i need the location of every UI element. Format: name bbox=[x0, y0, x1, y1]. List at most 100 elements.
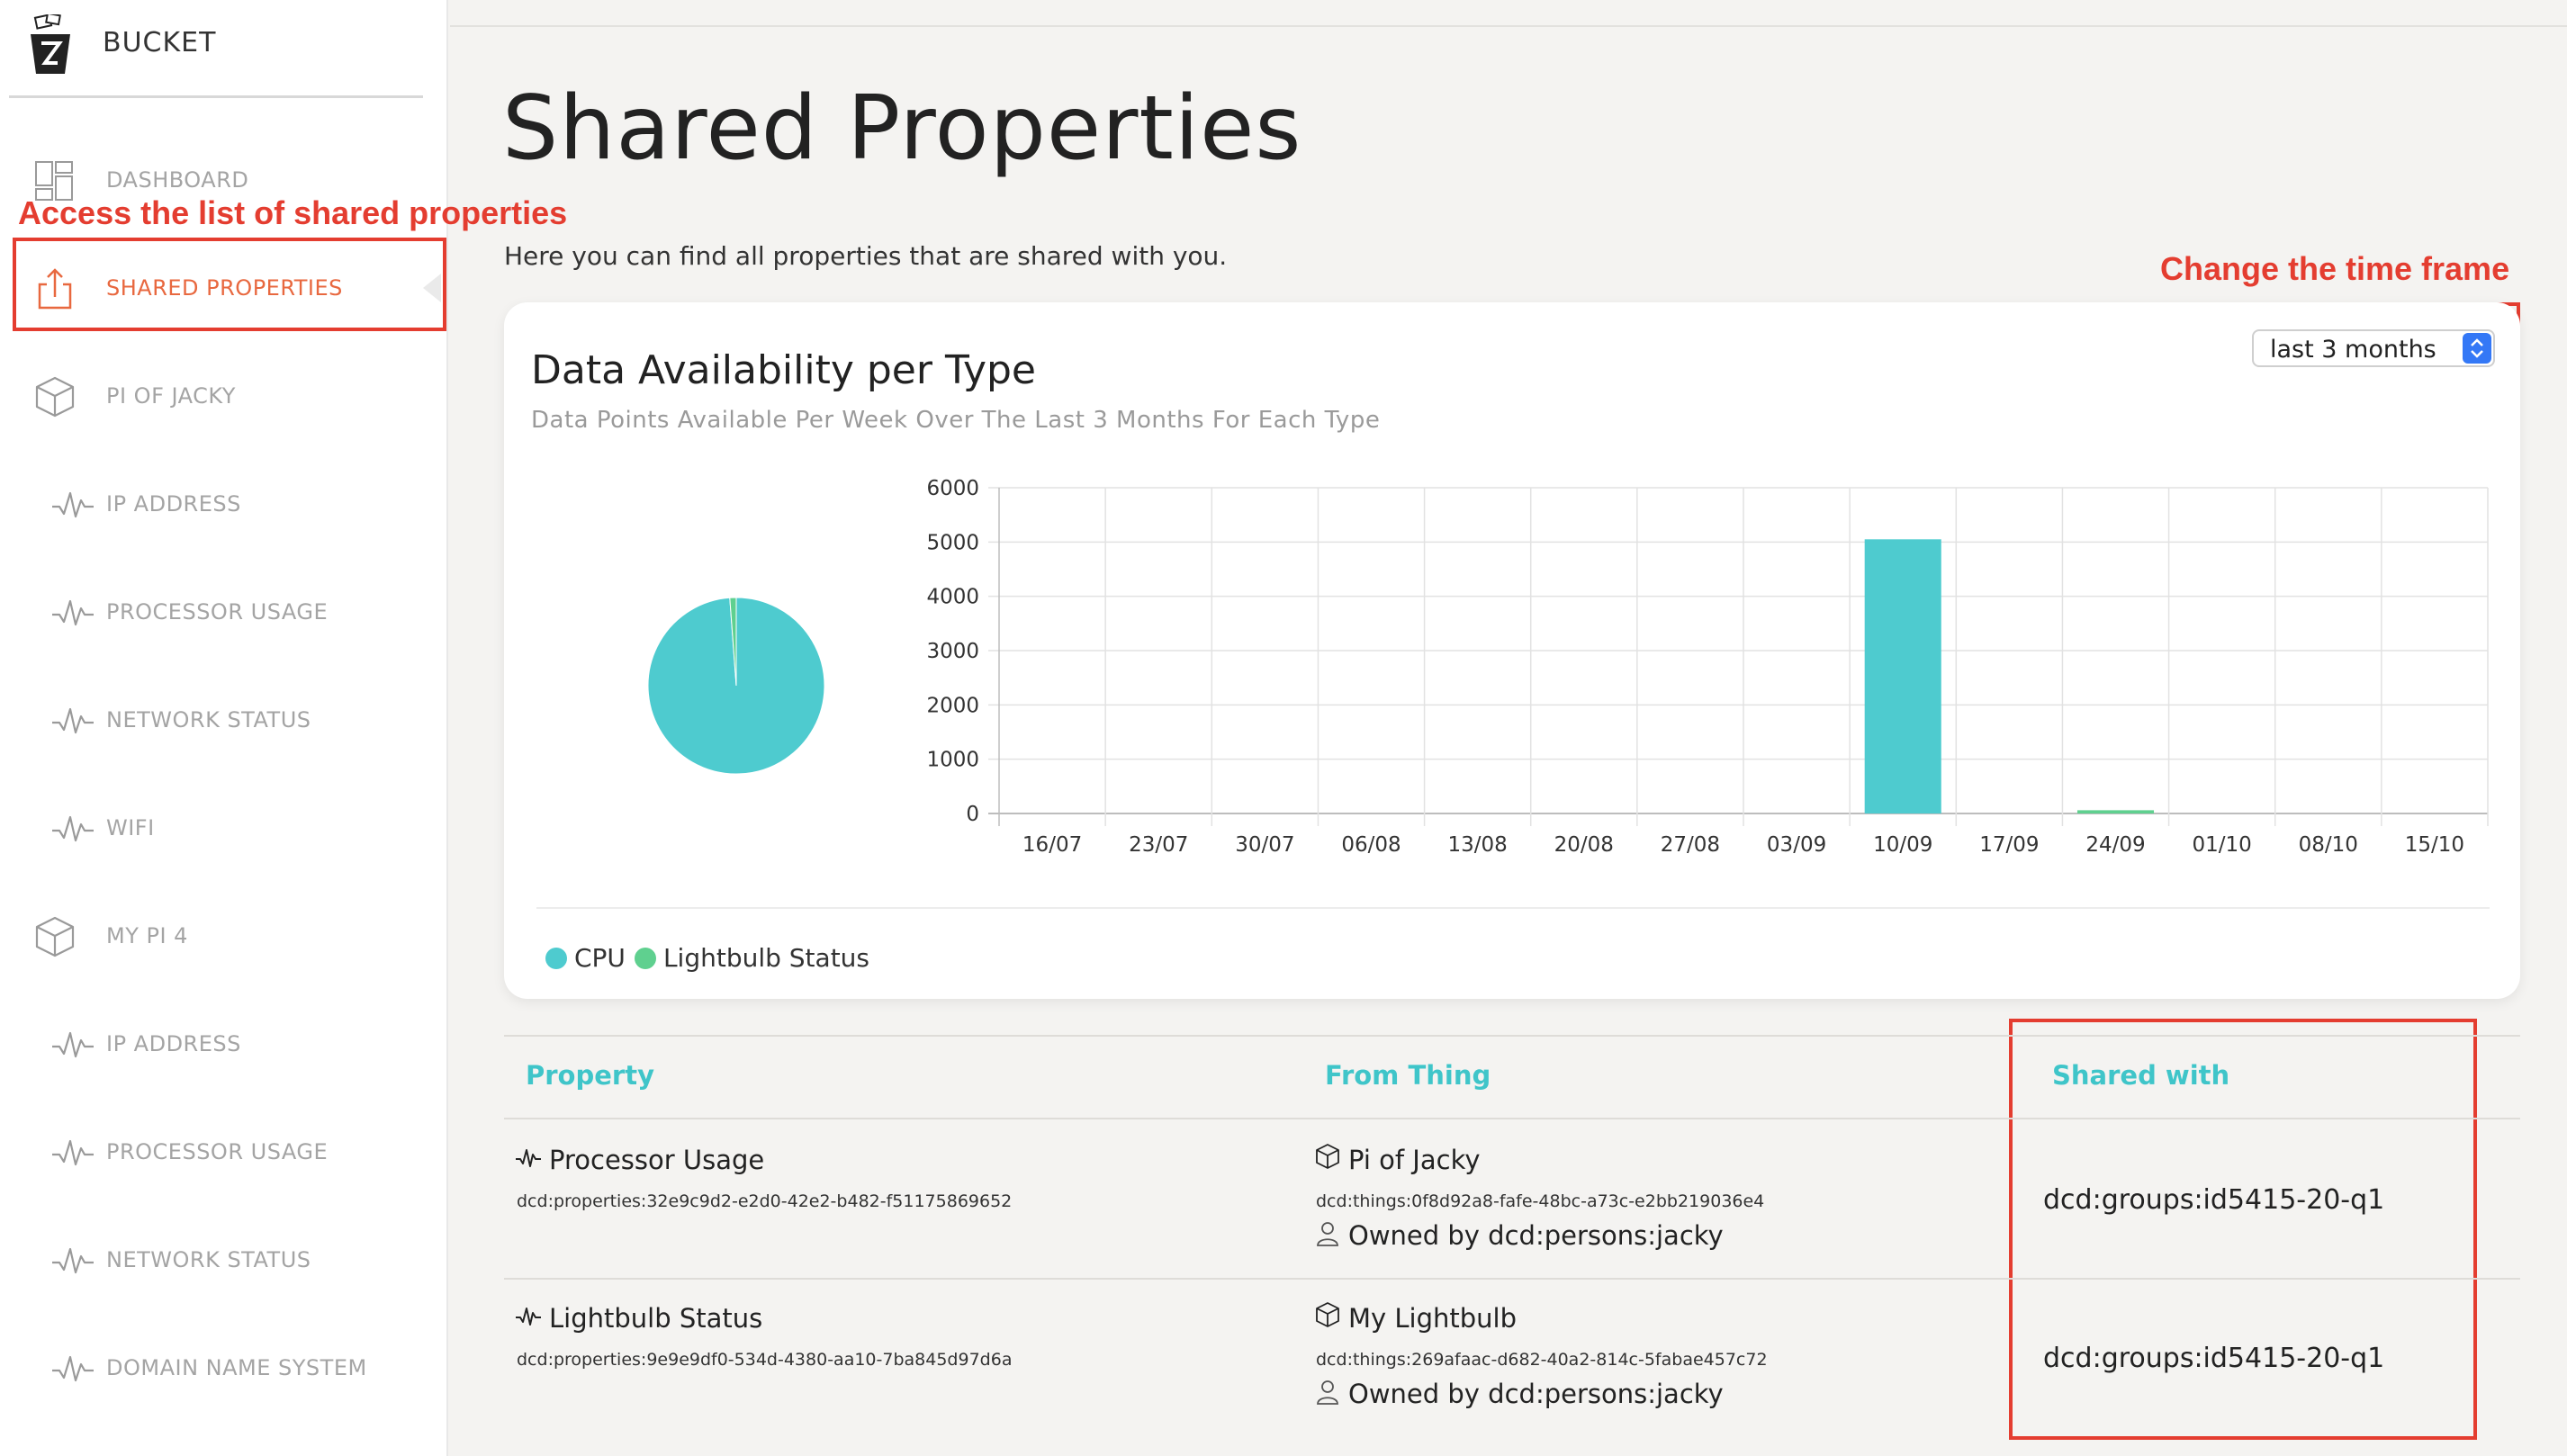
x-tick-label: 15/10 bbox=[2405, 833, 2464, 857]
timeframe-select-value: last 3 months bbox=[2270, 336, 2436, 364]
property-wave-icon bbox=[52, 707, 94, 734]
x-tick-label: 24/09 bbox=[2085, 833, 2145, 857]
legend-lightbulb-swatch bbox=[634, 947, 656, 969]
property-wave-icon bbox=[52, 1355, 94, 1382]
property-wave-icon bbox=[52, 1031, 94, 1058]
sidebar-item-label: IP ADDRESS bbox=[106, 491, 241, 517]
y-tick-label: 3000 bbox=[926, 640, 979, 663]
property-wave-icon bbox=[52, 491, 94, 518]
annotation-timeframe-note: Change the time frame bbox=[2160, 250, 2510, 287]
person-icon bbox=[1317, 1380, 1338, 1405]
sidebar-item-processor-usage[interactable]: PROCESSOR USAGE bbox=[0, 558, 441, 666]
card-divider bbox=[536, 907, 2490, 909]
table-header-divider bbox=[504, 1118, 2520, 1119]
sidebar-item-label: WIFI bbox=[106, 815, 155, 840]
bar-cpu-10-09 bbox=[1864, 539, 1941, 813]
x-tick-label: 06/08 bbox=[1341, 833, 1401, 857]
sidebar-item-label: NETWORK STATUS bbox=[106, 1247, 311, 1272]
column-header-from-thing[interactable]: From Thing bbox=[1325, 1060, 1491, 1091]
shared-with-value: dcd:groups:id5415-20-q1 bbox=[2043, 1343, 2385, 1374]
property-wave-icon bbox=[52, 1247, 94, 1274]
table-top-divider bbox=[504, 1035, 2520, 1037]
owner-label: Owned by dcd:persons:jacky bbox=[1348, 1379, 1724, 1409]
thing-cube-icon bbox=[1316, 1144, 1339, 1169]
table-row-divider bbox=[504, 1278, 2520, 1280]
sidebar-item-my-pi-4[interactable]: MY PI 4 bbox=[0, 882, 441, 990]
sidebar-item-label: NETWORK STATUS bbox=[106, 707, 311, 732]
thing-name-link[interactable]: Pi of Jacky bbox=[1348, 1145, 1481, 1175]
chart-area: 6000 5000 4000 3000 2000 1000 0 16/07 23/07 30/07… bbox=[647, 477, 2489, 857]
sidebar-item-ip-address-2[interactable]: IP ADDRESS bbox=[0, 990, 441, 1098]
annotation-sidebar-box bbox=[13, 238, 446, 331]
property-name-link[interactable]: Lightbulb Status bbox=[549, 1303, 762, 1334]
sidebar-item-wifi[interactable]: WIFI bbox=[0, 774, 441, 882]
x-tick-label: 08/10 bbox=[2299, 833, 2358, 857]
chart-legend: CPU Lightbulb Status bbox=[545, 943, 878, 973]
legend-item-cpu[interactable]: CPU bbox=[545, 943, 626, 973]
sidebar-item-label: IP ADDRESS bbox=[106, 1031, 241, 1056]
sidebar-item-label: PROCESSOR USAGE bbox=[106, 1139, 329, 1164]
owner-label: Owned by dcd:persons:jacky bbox=[1348, 1220, 1724, 1251]
thing-cube-icon bbox=[35, 916, 75, 957]
x-tick-label: 17/09 bbox=[1979, 833, 2039, 857]
property-wave-icon bbox=[52, 1139, 94, 1166]
y-tick-label: 2000 bbox=[926, 694, 979, 717]
sidebar-item-network-status-2[interactable]: NETWORK STATUS bbox=[0, 1206, 441, 1314]
page-subtitle: Here you can find all properties that ar… bbox=[504, 241, 1228, 271]
sidebar-item-label: MY PI 4 bbox=[106, 923, 188, 948]
x-tick-label: 30/07 bbox=[1235, 833, 1294, 857]
thing-cube-icon bbox=[1316, 1302, 1339, 1327]
bar-lightbulb-status-24-09 bbox=[2076, 810, 2155, 813]
property-wave-icon bbox=[52, 599, 94, 626]
y-tick-label: 1000 bbox=[926, 749, 979, 772]
x-tick-label: 13/08 bbox=[1447, 833, 1507, 857]
sidebar-item-ip-address[interactable]: IP ADDRESS bbox=[0, 450, 441, 558]
sidebar-item-pi-of-jacky[interactable]: PI OF JACKY bbox=[0, 342, 441, 450]
sidebar-item-processor-usage-2[interactable]: PROCESSOR USAGE bbox=[0, 1098, 441, 1206]
person-icon bbox=[1317, 1222, 1338, 1246]
sidebar-item-label: DASHBOARD bbox=[106, 167, 249, 193]
x-tick-label: 23/07 bbox=[1129, 833, 1188, 857]
card-title: Data Availability per Type bbox=[531, 347, 1036, 393]
bucket-logo-icon bbox=[31, 14, 70, 74]
sidebar-item-label: PROCESSOR USAGE bbox=[106, 599, 329, 625]
thing-name-link[interactable]: My Lightbulb bbox=[1348, 1303, 1517, 1334]
sidebar-item-network-status[interactable]: NETWORK STATUS bbox=[0, 666, 441, 774]
column-header-shared-with[interactable]: Shared with bbox=[2052, 1060, 2229, 1091]
property-wave-icon bbox=[52, 815, 94, 842]
legend-cpu-swatch bbox=[545, 947, 567, 969]
data-availability-card: Data Availability per Type Data Points A… bbox=[504, 302, 2520, 999]
app-name: BUCKET bbox=[103, 27, 217, 58]
y-tick-label: 0 bbox=[966, 803, 979, 826]
property-name-link[interactable]: Processor Usage bbox=[549, 1145, 764, 1175]
select-stepper-icon bbox=[2463, 333, 2491, 364]
legend-item-lightbulb-status[interactable]: Lightbulb Status bbox=[634, 943, 870, 973]
legend-label: Lightbulb Status bbox=[662, 943, 870, 973]
x-tick-label: 01/10 bbox=[2192, 833, 2251, 857]
thing-cube-icon bbox=[35, 376, 75, 418]
y-tick-label: 5000 bbox=[926, 531, 979, 554]
sidebar-item-label: DOMAIN NAME SYSTEM bbox=[106, 1355, 367, 1380]
y-tick-label: 6000 bbox=[926, 477, 979, 500]
x-tick-label: 20/08 bbox=[1554, 833, 1614, 857]
x-tick-label: 16/07 bbox=[1022, 833, 1082, 857]
thing-id: dcd:things:0f8d92a8-fafe-48bc-a73c-e2bb2… bbox=[1316, 1191, 1765, 1211]
sidebar-item-domain-name-system[interactable]: DOMAIN NAME SYSTEM bbox=[0, 1314, 441, 1422]
x-tick-label: 27/08 bbox=[1661, 833, 1720, 857]
page-title: Shared Properties bbox=[502, 77, 1302, 180]
column-header-property[interactable]: Property bbox=[526, 1060, 654, 1091]
thing-id: dcd:things:269afaac-d682-40a2-814c-5faba… bbox=[1316, 1350, 1768, 1370]
header-divider bbox=[450, 25, 2567, 27]
annotation-sidebar-note: Access the list of shared properties bbox=[18, 194, 568, 231]
property-id: dcd:properties:32e9c9d2-e2d0-42e2-b482-f… bbox=[517, 1191, 1013, 1211]
property-id: dcd:properties:9e9e9df0-534d-4380-aa10-7… bbox=[517, 1350, 1013, 1370]
x-tick-label: 10/09 bbox=[1873, 833, 1932, 857]
x-tick-label: 03/09 bbox=[1767, 833, 1826, 857]
sidebar-divider bbox=[9, 95, 423, 98]
y-tick-label: 4000 bbox=[926, 586, 979, 609]
property-wave-icon bbox=[516, 1308, 541, 1326]
shared-with-value: dcd:groups:id5415-20-q1 bbox=[2043, 1184, 2385, 1216]
card-subtitle: Data Points Available Per Week Over The … bbox=[531, 407, 1381, 434]
app-logo[interactable]: BUCKET bbox=[0, 0, 448, 99]
timeframe-select[interactable]: last 3 months bbox=[2252, 329, 2495, 367]
